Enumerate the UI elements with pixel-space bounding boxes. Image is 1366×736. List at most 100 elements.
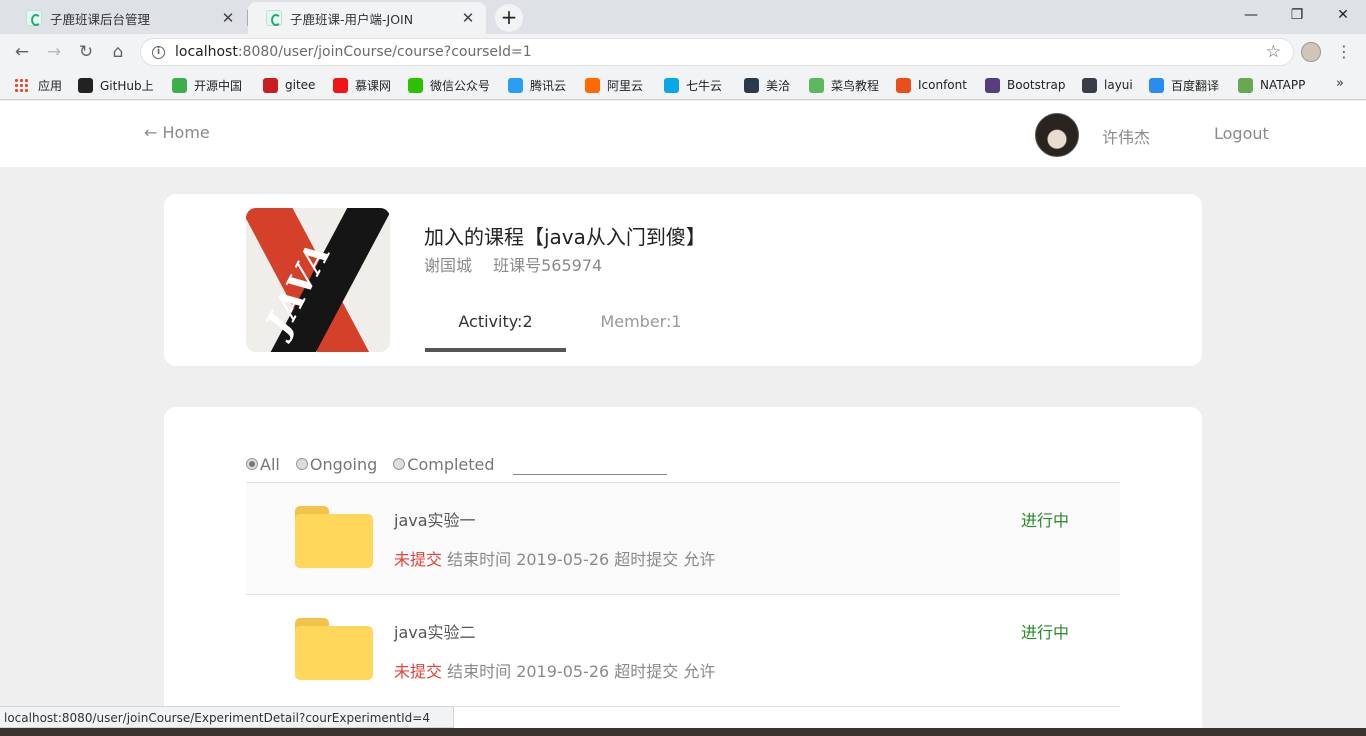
bookmark-item[interactable]: 腾讯云 xyxy=(508,76,566,94)
radio-unchecked-icon[interactable] xyxy=(295,458,308,470)
bookmark-item[interactable]: 应用 xyxy=(14,76,62,94)
bookmark-star-icon[interactable]: ☆ xyxy=(1266,42,1281,62)
bookmarks-bar: » 应用 GitHub上 开源中国 gitee 慕课网 微信公众号 腾讯云 阿里云 七牛云 美洽 菜… xyxy=(0,70,1366,100)
radio-unchecked-icon[interactable] xyxy=(393,458,406,470)
site-favicon-icon xyxy=(26,10,42,26)
browser-menu-icon[interactable]: ⋮ xyxy=(1334,40,1354,64)
tab-member[interactable]: Member:1 xyxy=(566,310,716,352)
aliyun-icon xyxy=(585,77,600,93)
bookmark-item[interactable]: 美洽 xyxy=(744,76,790,94)
bookmark-label: gitee xyxy=(285,78,316,92)
iconfont-icon xyxy=(896,77,911,93)
back-arrow-icon[interactable]: ← xyxy=(10,40,34,64)
bookmark-label: NATAPP xyxy=(1260,78,1306,92)
meiqia-icon xyxy=(744,77,759,93)
course-card: JAVA 加入的课程【java从入门到傻】 谢国城 班课号565974 Acti… xyxy=(164,194,1202,366)
class-code: 班课号565974 xyxy=(493,256,603,275)
bookmark-item[interactable]: 开源中国 xyxy=(172,76,242,94)
bookmark-item[interactable]: Bootstrap xyxy=(985,76,1065,94)
tab-close-icon[interactable]: ✕ xyxy=(220,9,236,27)
tab-activity[interactable]: Activity:2 xyxy=(425,310,566,352)
window-close-button[interactable]: ✕ xyxy=(1320,0,1366,30)
username-link[interactable]: 许伟杰 xyxy=(1102,124,1150,148)
tab-title: 子鹿班课-用户端-JOIN xyxy=(290,11,414,27)
activity-list-card: All Ongoing Completed java实验一 进行中 未提交 结束… xyxy=(164,407,1202,736)
filter-bar: All Ongoing Completed xyxy=(246,453,667,475)
experiment-info: 未提交 结束时间 2019-05-26 超时提交 允许 xyxy=(394,658,715,682)
bookmark-item[interactable]: layui xyxy=(1082,76,1133,94)
filter-completed[interactable]: Completed xyxy=(393,455,495,474)
search-input[interactable] xyxy=(512,453,667,475)
course-cover-image: JAVA xyxy=(246,208,390,352)
folder-icon xyxy=(295,506,373,568)
runoob-icon xyxy=(809,77,824,93)
profile-avatar-icon[interactable] xyxy=(1301,42,1321,62)
status-badge: 进行中 xyxy=(1021,623,1070,642)
gitee-icon xyxy=(263,77,278,93)
experiment-title[interactable]: java实验一 xyxy=(394,507,476,531)
site-info-icon[interactable]: i xyxy=(152,46,165,59)
browser-tab-admin[interactable]: 子鹿班课后台管理 ✕ xyxy=(8,2,246,34)
bookmark-item[interactable]: 慕课网 xyxy=(333,76,391,94)
bookmark-item[interactable]: 菜鸟教程 xyxy=(809,76,879,94)
experiment-title[interactable]: java实验二 xyxy=(394,619,476,643)
home-link[interactable]: ← Home xyxy=(144,123,210,142)
bookmarks-overflow-icon[interactable]: » xyxy=(1336,76,1344,91)
bookmark-label: Iconfont xyxy=(918,78,967,92)
bookmark-item[interactable]: NATAPP xyxy=(1238,76,1305,94)
home-icon[interactable]: ⌂ xyxy=(106,40,130,64)
experiment-detail: 结束时间 2019-05-26 超时提交 允许 xyxy=(447,662,716,681)
window-minimize-button[interactable]: — xyxy=(1228,0,1274,30)
apps-grid-icon xyxy=(14,78,28,92)
browser-tab-join[interactable]: 子鹿班课-用户端-JOIN ✕ xyxy=(248,2,486,34)
layui-icon xyxy=(1082,77,1097,93)
oschina-icon xyxy=(172,77,187,93)
window-maximize-button[interactable]: ❐ xyxy=(1274,0,1320,30)
radio-checked-icon[interactable] xyxy=(246,458,258,470)
list-item[interactable]: java实验一 进行中 未提交 结束时间 2019-05-26 超时提交 允许 xyxy=(246,483,1120,595)
course-meta: 谢国城 班课号565974 xyxy=(424,252,602,276)
tab-close-icon[interactable]: ✕ xyxy=(460,9,476,27)
bootstrap-icon xyxy=(985,77,1000,93)
bookmark-label: 微信公众号 xyxy=(430,78,491,93)
new-tab-button[interactable]: + xyxy=(495,4,523,32)
bookmark-item[interactable]: 微信公众号 xyxy=(408,76,490,94)
filter-label: Ongoing xyxy=(309,454,378,474)
bookmark-item[interactable]: GitHub上 xyxy=(78,76,154,94)
baidu-translate-icon xyxy=(1149,77,1164,93)
natapp-icon xyxy=(1238,77,1253,93)
experiment-list: java实验一 进行中 未提交 结束时间 2019-05-26 超时提交 允许 … xyxy=(246,482,1120,707)
tencent-cloud-icon xyxy=(508,77,523,93)
status-bar-url: localhost:8080/user/joinCourse/Experimen… xyxy=(0,706,454,728)
list-item[interactable]: java实验二 进行中 未提交 结束时间 2019-05-26 超时提交 允许 xyxy=(246,595,1120,707)
user-avatar[interactable] xyxy=(1035,113,1079,157)
os-taskbar xyxy=(0,728,1366,736)
teacher-name: 谢国城 xyxy=(424,256,473,275)
imooc-flame-icon xyxy=(333,77,348,93)
url-host: localhost xyxy=(175,44,238,60)
bookmark-item[interactable]: Iconfont xyxy=(896,76,967,94)
bookmark-item[interactable]: 百度翻译 xyxy=(1149,76,1219,94)
filter-label: All xyxy=(260,454,280,474)
experiment-detail: 结束时间 2019-05-26 超时提交 允许 xyxy=(447,550,716,569)
forward-arrow-icon[interactable]: → xyxy=(42,40,66,64)
logout-link[interactable]: Logout xyxy=(1214,124,1269,143)
status-badge: 进行中 xyxy=(1021,511,1070,530)
folder-icon xyxy=(295,618,373,680)
url-text[interactable]: localhost:8080/user/joinCourse/course?co… xyxy=(175,44,532,60)
page-viewport: ← Home 许伟杰 Logout JAVA 加入的课程【java从入门到傻】 … xyxy=(0,101,1366,736)
bookmark-label: 开源中国 xyxy=(194,78,243,93)
bookmark-item[interactable]: 七牛云 xyxy=(664,76,722,94)
filter-ongoing[interactable]: Ongoing xyxy=(295,454,378,474)
address-bar[interactable]: i localhost:8080/user/joinCourse/course?… xyxy=(140,38,1294,66)
course-title: 加入的课程【java从入门到傻】 xyxy=(424,225,706,249)
bookmark-item[interactable]: 阿里云 xyxy=(585,76,643,94)
submission-status: 未提交 xyxy=(394,550,443,569)
filter-all[interactable]: All xyxy=(246,455,280,474)
bookmark-item[interactable]: gitee xyxy=(263,76,315,94)
browser-toolbar: ← → ↻ ⌂ i localhost:8080/user/joinCourse… xyxy=(0,34,1366,70)
bookmark-label: 七牛云 xyxy=(686,78,723,93)
reload-icon[interactable]: ↻ xyxy=(74,40,98,64)
submission-status: 未提交 xyxy=(394,662,443,681)
qiniu-icon xyxy=(664,77,679,93)
